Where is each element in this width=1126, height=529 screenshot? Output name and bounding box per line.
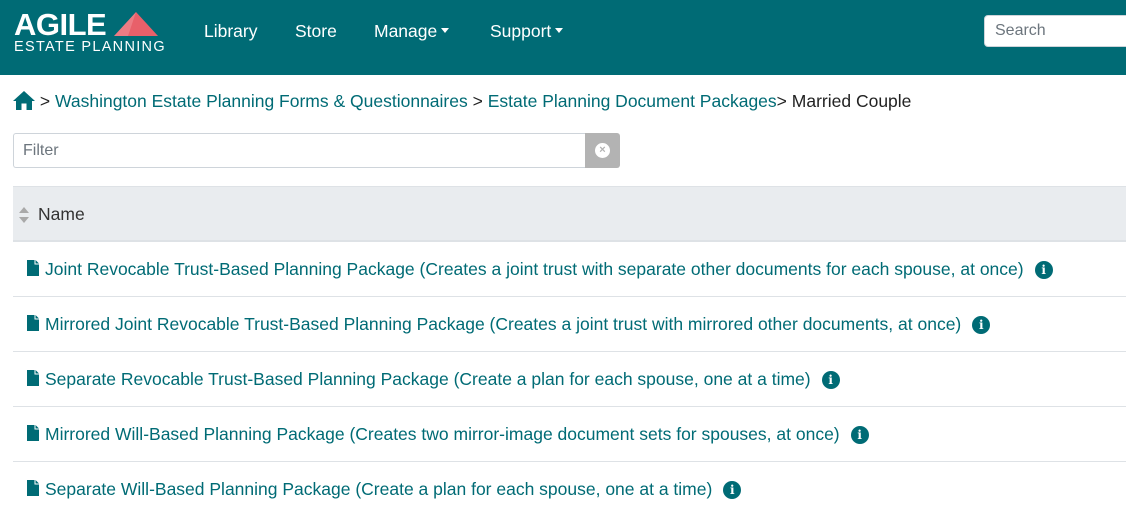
info-icon[interactable]: i — [723, 481, 742, 499]
breadcrumb-separator: > — [776, 91, 787, 111]
top-navbar: AGILE ESTATE PLANNING Library Store Mana… — [0, 0, 1126, 75]
table-row: Separate Will-Based Planning Package (Cr… — [13, 462, 1126, 517]
info-icon[interactable]: i — [821, 371, 840, 389]
package-link[interactable]: Joint Revocable Trust-Based Planning Pac… — [45, 258, 1053, 280]
logo-triangle-icon — [114, 12, 158, 36]
file-icon — [27, 260, 39, 276]
column-header-name[interactable]: Name — [13, 186, 1126, 242]
info-icon[interactable]: i — [1034, 261, 1053, 279]
agile-logo[interactable]: AGILE ESTATE PLANNING — [14, 7, 166, 59]
breadcrumb-separator: > — [472, 91, 483, 111]
caret-down-icon — [441, 28, 450, 34]
info-icon[interactable]: i — [972, 316, 991, 334]
package-link[interactable]: Separate Revocable Trust-Based Planning … — [45, 368, 840, 390]
filter-group: × — [13, 133, 620, 168]
package-link[interactable]: Separate Will-Based Planning Package (Cr… — [45, 478, 742, 500]
clear-circle-icon: × — [595, 143, 610, 158]
info-icon[interactable]: i — [850, 426, 869, 444]
table-row: Joint Revocable Trust-Based Planning Pac… — [13, 242, 1126, 297]
file-icon — [27, 315, 39, 331]
package-label: Joint Revocable Trust-Based Planning Pac… — [45, 259, 1024, 279]
nav-manage-label: Manage — [374, 21, 438, 41]
nav-store[interactable]: Store — [295, 21, 337, 41]
package-label: Separate Revocable Trust-Based Planning … — [45, 369, 811, 389]
package-link[interactable]: Mirrored Will-Based Planning Package (Cr… — [45, 423, 869, 445]
packages-table: Name Joint Revocable Trust-Based Plannin… — [13, 186, 1126, 517]
file-icon — [27, 370, 39, 386]
package-label: Mirrored Will-Based Planning Package (Cr… — [45, 424, 840, 444]
table-row: Mirrored Will-Based Planning Package (Cr… — [13, 407, 1126, 462]
table-row: Mirrored Joint Revocable Trust-Based Pla… — [13, 297, 1126, 352]
file-icon — [27, 425, 39, 441]
nav-library[interactable]: Library — [204, 21, 258, 41]
nav-support-dropdown[interactable]: Support — [490, 21, 564, 41]
home-icon[interactable] — [13, 91, 35, 110]
breadcrumb: > Washington Estate Planning Forms & Que… — [13, 90, 911, 112]
filter-clear-button[interactable]: × — [585, 133, 620, 168]
column-header-label: Name — [38, 204, 85, 224]
package-link[interactable]: Mirrored Joint Revocable Trust-Based Pla… — [45, 313, 991, 335]
filter-input[interactable] — [13, 133, 585, 168]
nav-manage-dropdown[interactable]: Manage — [374, 21, 450, 41]
nav-support-label: Support — [490, 21, 552, 41]
logo-tagline: ESTATE PLANNING — [14, 39, 166, 55]
package-label: Mirrored Joint Revocable Trust-Based Pla… — [45, 314, 962, 334]
search-input[interactable] — [984, 15, 1126, 47]
breadcrumb-separator: > — [39, 91, 51, 111]
breadcrumb-link-packages[interactable]: Estate Planning Document Packages — [488, 91, 777, 111]
caret-down-icon — [555, 28, 564, 34]
table-row: Separate Revocable Trust-Based Planning … — [13, 352, 1126, 407]
file-icon — [27, 480, 39, 496]
logo-wordmark: AGILE — [14, 7, 107, 42]
sort-icon — [19, 207, 29, 223]
package-label: Separate Will-Based Planning Package (Cr… — [45, 479, 713, 499]
breadcrumb-current: Married Couple — [791, 91, 912, 111]
breadcrumb-link-forms[interactable]: Washington Estate Planning Forms & Quest… — [55, 91, 468, 111]
